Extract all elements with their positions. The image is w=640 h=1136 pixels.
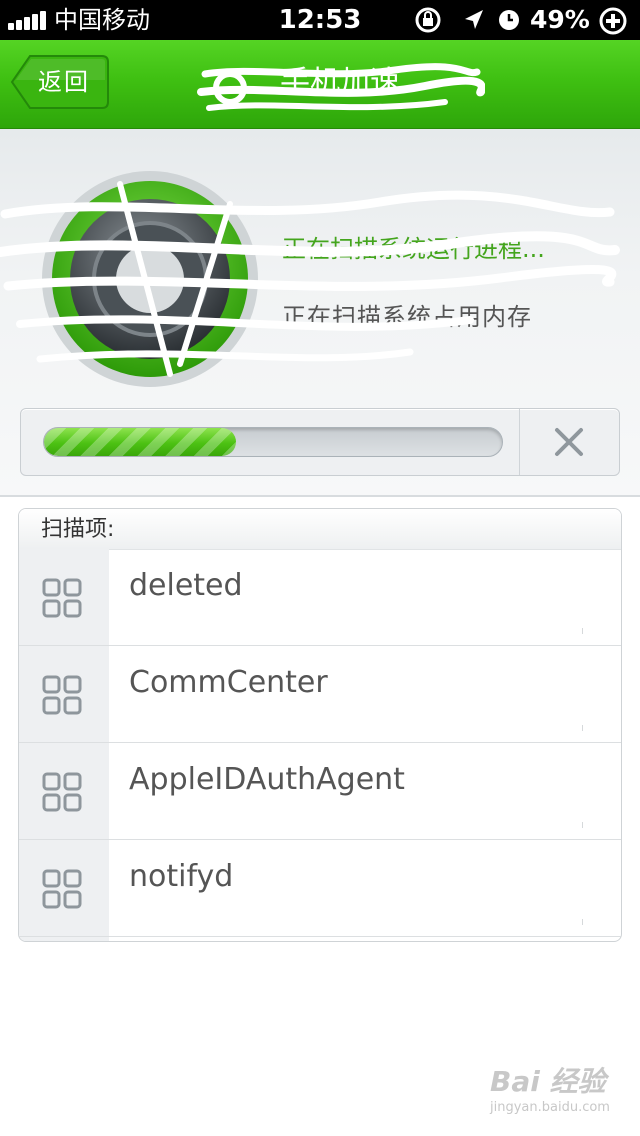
list-item-label: AppleIDAuthAgent <box>129 762 405 797</box>
scan-header: 正在扫描系统运行进程... 正在扫描系统占用内存 <box>0 129 640 495</box>
list-header-label: 扫描项: <box>41 517 115 542</box>
status-bar: 中国移动 12:53 49% <box>0 0 640 40</box>
grid-icon <box>42 675 82 715</box>
page-title: 手机加速 <box>280 65 400 100</box>
divider <box>0 495 640 497</box>
list-header: 扫描项: <box>19 509 621 550</box>
grid-icon <box>42 869 82 909</box>
scan-substatus-text: 正在扫描系统占用内存 <box>282 303 532 331</box>
row-icon-cell <box>19 549 109 645</box>
row-icon-cell <box>19 937 109 941</box>
scan-items-list: 扫描项: deleted CommCenter AppleIDAuthAgent… <box>18 508 622 942</box>
list-item[interactable]: AppleIDAuthAgent <box>19 743 621 840</box>
divider <box>582 919 583 925</box>
scan-progress-panel <box>20 408 620 476</box>
location-arrow-icon <box>465 10 483 29</box>
list-rows: deleted CommCenter AppleIDAuthAgent noti… <box>19 549 621 941</box>
scan-status-text: 正在扫描系统运行进程... <box>282 235 545 263</box>
row-icon-cell <box>19 743 109 839</box>
scan-progress-fill <box>44 428 237 456</box>
scan-progress-bar <box>43 427 503 457</box>
cancel-scan-button[interactable] <box>520 409 619 475</box>
grid-icon <box>42 772 82 812</box>
list-item-label: notifyd <box>129 859 234 894</box>
back-button[interactable]: 返回 <box>10 54 110 110</box>
battery-percentage: 49% <box>530 5 590 34</box>
watermark-url: jingyan.baidu.com <box>490 1100 610 1115</box>
list-item[interactable]: deleted <box>19 549 621 646</box>
list-item[interactable] <box>19 937 621 941</box>
divider <box>582 628 583 634</box>
row-icon-cell <box>19 646 109 742</box>
close-icon <box>555 428 583 456</box>
row-icon-cell <box>19 840 109 936</box>
list-item-label: CommCenter <box>129 665 328 700</box>
divider <box>582 725 583 731</box>
list-item[interactable]: notifyd <box>19 840 621 937</box>
charging-icon <box>599 7 627 35</box>
alarm-clock-icon <box>499 10 519 30</box>
watermark: Bai 经验 jingyan.baidu.com <box>490 1066 610 1116</box>
speedometer-logo-icon <box>42 171 258 387</box>
rotation-lock-icon <box>415 7 441 33</box>
back-button-label: 返回 <box>38 68 90 96</box>
nav-bar: 返回 手机加速 <box>0 40 640 129</box>
list-item[interactable]: CommCenter <box>19 646 621 743</box>
list-item-label: deleted <box>129 568 243 603</box>
divider <box>582 822 583 828</box>
watermark-brand: Bai 经验 <box>490 1065 606 1098</box>
grid-icon <box>42 578 82 618</box>
